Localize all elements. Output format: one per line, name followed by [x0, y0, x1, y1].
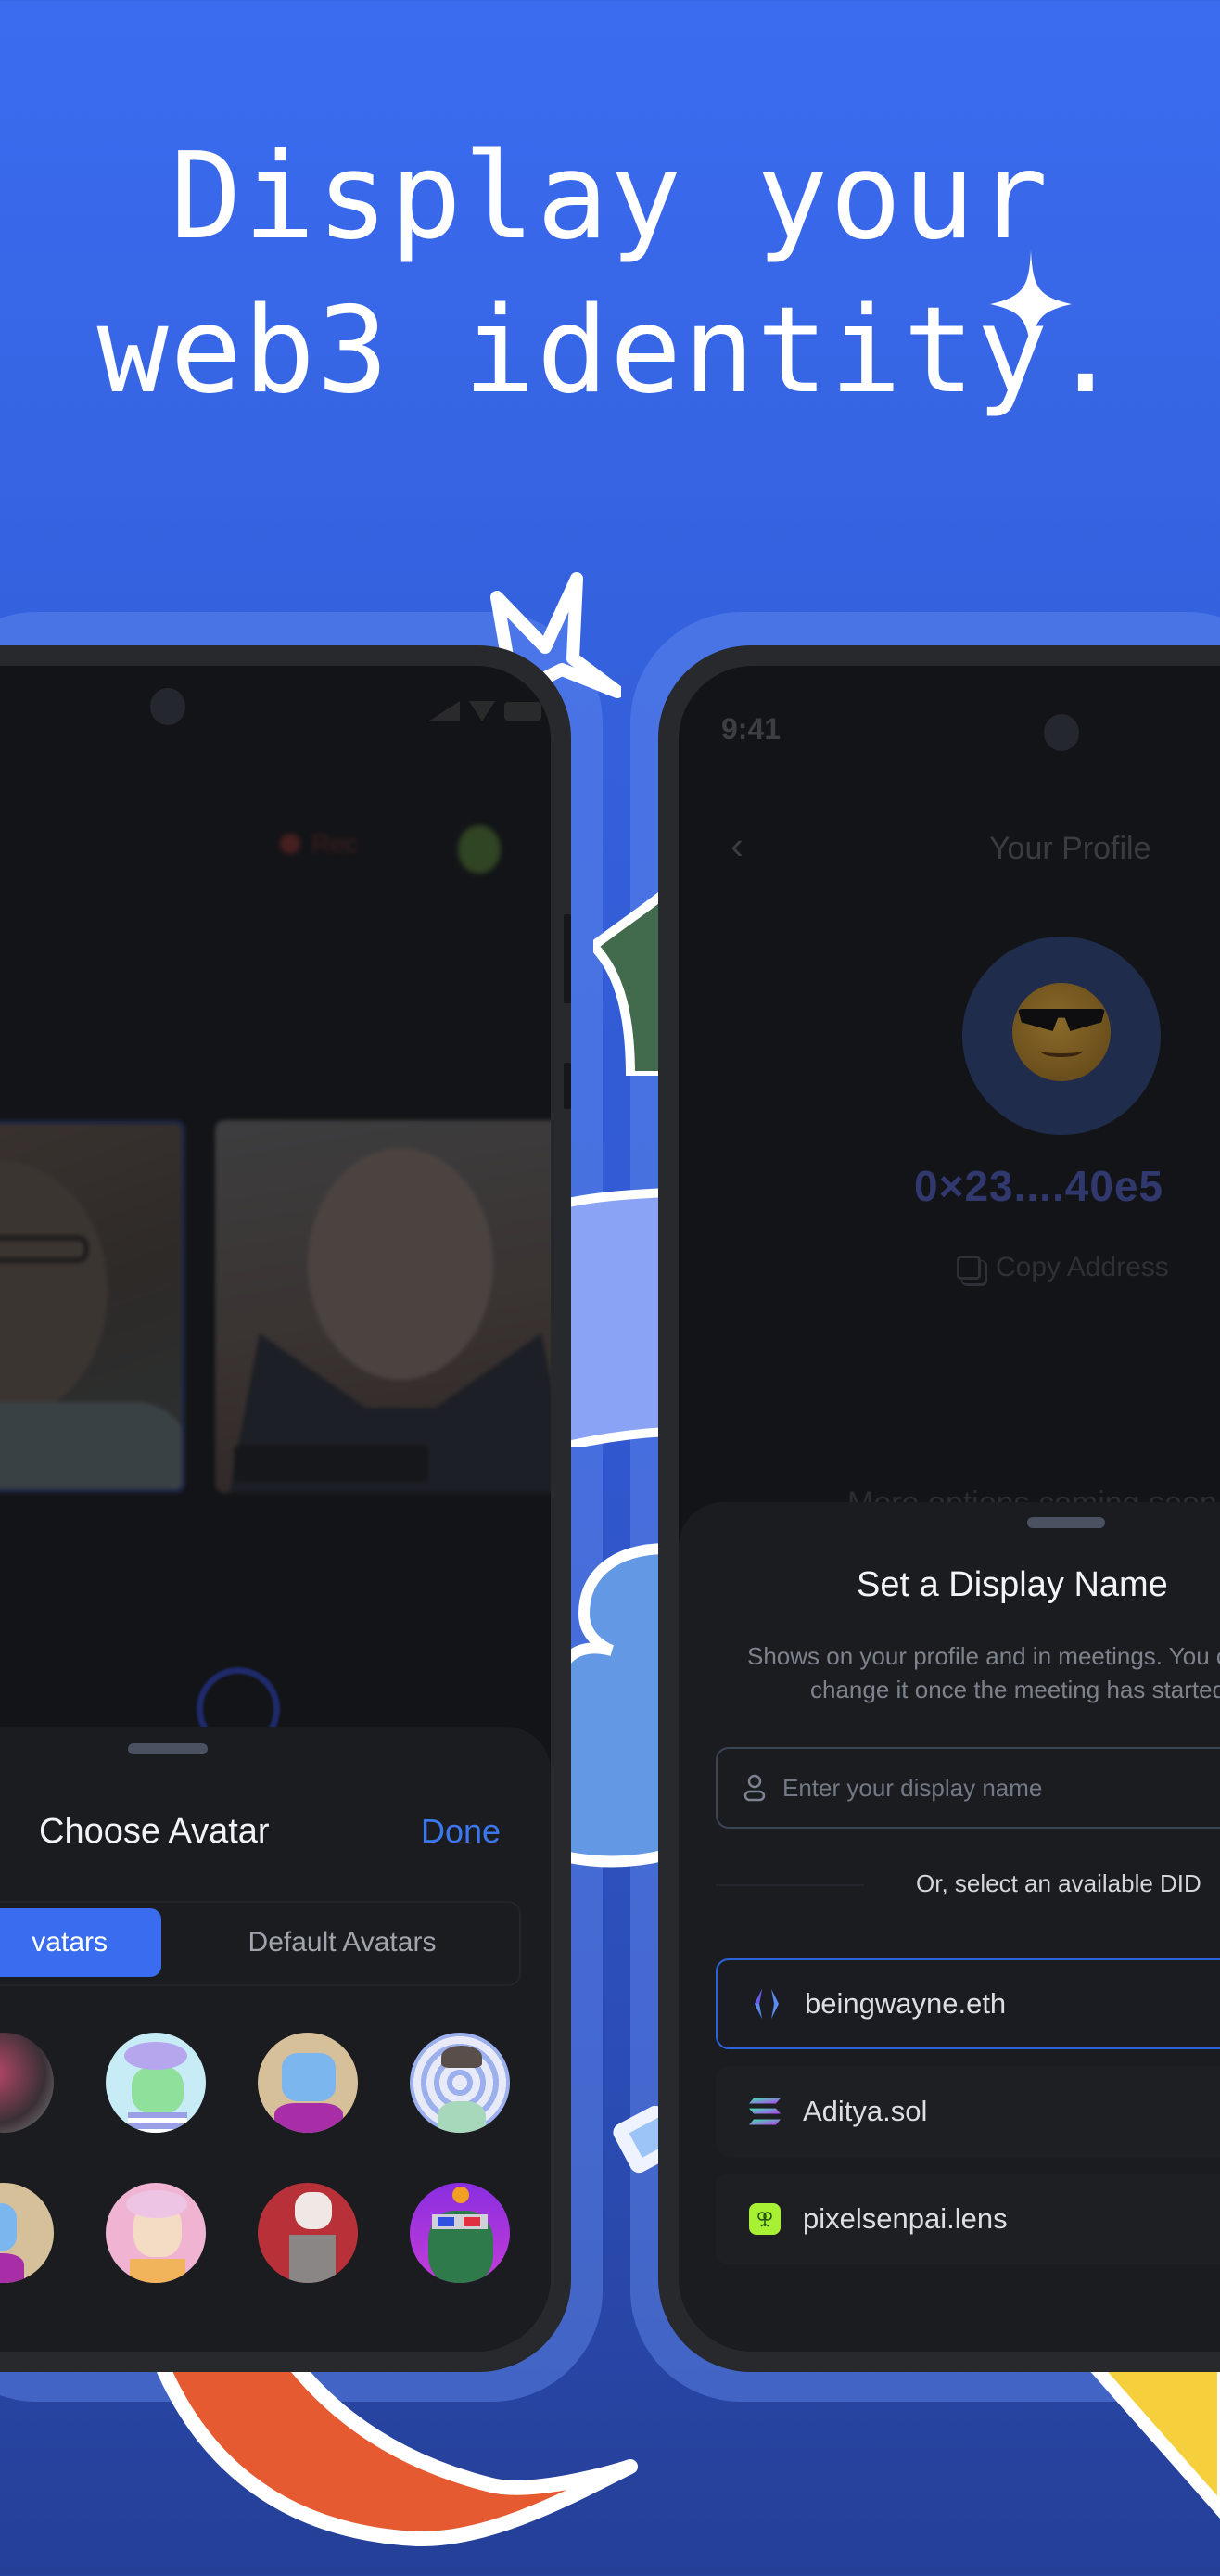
front-camera	[1044, 714, 1079, 751]
video-tile-participant-1[interactable]	[0, 1120, 185, 1493]
avatar-option[interactable]	[258, 2183, 358, 2283]
solana-icon	[749, 2096, 781, 2127]
did-option-pixelsenpai-lens[interactable]: pixelsenpai.lens	[716, 2174, 1220, 2264]
wallet-address: 0×23....40e5	[914, 1162, 1164, 1210]
avatar-option[interactable]	[410, 2183, 510, 2283]
sheet-drag-handle[interactable]	[1027, 1517, 1105, 1528]
record-dot-icon	[280, 834, 300, 854]
side-button-upper	[564, 914, 571, 1003]
sunglasses-emoji-icon	[1012, 983, 1111, 1081]
tab-default-avatars[interactable]: Default Avatars	[161, 1908, 523, 1977]
avatar-tabs: vatars Default Avatars	[0, 1901, 521, 1986]
copy-icon	[957, 1256, 981, 1280]
divider-left	[716, 1884, 864, 1886]
user-icon	[743, 1774, 766, 1802]
signal-icon	[428, 701, 460, 721]
video-tile-participant-2[interactable]	[215, 1120, 551, 1493]
sheet-title: Set a Display Name	[857, 1565, 1168, 1604]
lens-icon	[749, 2203, 781, 2235]
participant-caption	[234, 1445, 428, 1482]
left-phone-screen: Rec Choose Avatar Done vatars Default Av…	[0, 666, 551, 2352]
choose-avatar-sheet: Choose Avatar Done vatars Default Avatar…	[0, 1727, 551, 2352]
left-phone: Rec Choose Avatar Done vatars Default Av…	[0, 645, 571, 2372]
done-button[interactable]: Done	[421, 1812, 501, 1851]
tab-nft-avatars[interactable]: vatars	[0, 1908, 161, 1977]
display-name-input[interactable]	[782, 1773, 1220, 1803]
avatar-option[interactable]	[0, 2183, 54, 2283]
battery-icon	[504, 702, 541, 721]
green-leaf-decoration	[593, 890, 667, 1076]
sheet-title: Choose Avatar	[39, 1812, 270, 1851]
profile-avatar[interactable]	[962, 937, 1161, 1135]
display-name-sheet: Set a Display Name Shows on your profile…	[679, 1502, 1220, 2352]
or-select-did-text: Or, select an available DID	[916, 1869, 1201, 1897]
did-option-beingwayne-eth[interactable]: beingwayne.eth	[716, 1958, 1220, 2049]
front-camera	[150, 688, 185, 725]
cloud-decoration	[556, 1542, 667, 1868]
yellow-shape-decoration	[1075, 2355, 1220, 2519]
sparkle-icon	[990, 250, 1072, 360]
chevron-left-icon[interactable]: ‹	[731, 823, 743, 868]
right-phone: 9:41 ‹ Your Profile 0×23....40e5 ⋮ Copy …	[658, 645, 1220, 2372]
status-time: 9:41	[721, 712, 782, 746]
display-name-field[interactable]	[716, 1747, 1220, 1829]
copy-address-button[interactable]: Copy Address	[957, 1252, 1169, 1283]
light-blue-banner-decoration	[556, 1187, 667, 1447]
nav-title: Your Profile	[989, 831, 1151, 866]
avatar-option[interactable]	[0, 2033, 54, 2133]
orange-wave-decoration	[150, 2355, 638, 2547]
sheet-subtitle: Shows on your profile and in meetings. Y…	[747, 1642, 1220, 1703]
avatar-option[interactable]	[410, 2033, 510, 2133]
avatar-option[interactable]	[106, 2183, 206, 2283]
sheet-drag-handle[interactable]	[128, 1743, 208, 1754]
rec-indicator: Rec	[280, 829, 358, 859]
rec-label: Rec	[311, 829, 358, 858]
avatar-option[interactable]	[106, 2033, 206, 2133]
user-mini-avatar[interactable]	[458, 825, 501, 874]
ens-icon	[751, 1988, 782, 2020]
did-option-aditya-sol[interactable]: Aditya.sol	[716, 2066, 1220, 2157]
wifi-icon	[469, 701, 495, 721]
side-button-lower	[564, 1063, 571, 1109]
avatar-option[interactable]	[258, 2033, 358, 2133]
status-icons	[428, 701, 541, 721]
right-phone-screen: 9:41 ‹ Your Profile 0×23....40e5 ⋮ Copy …	[679, 666, 1220, 2352]
